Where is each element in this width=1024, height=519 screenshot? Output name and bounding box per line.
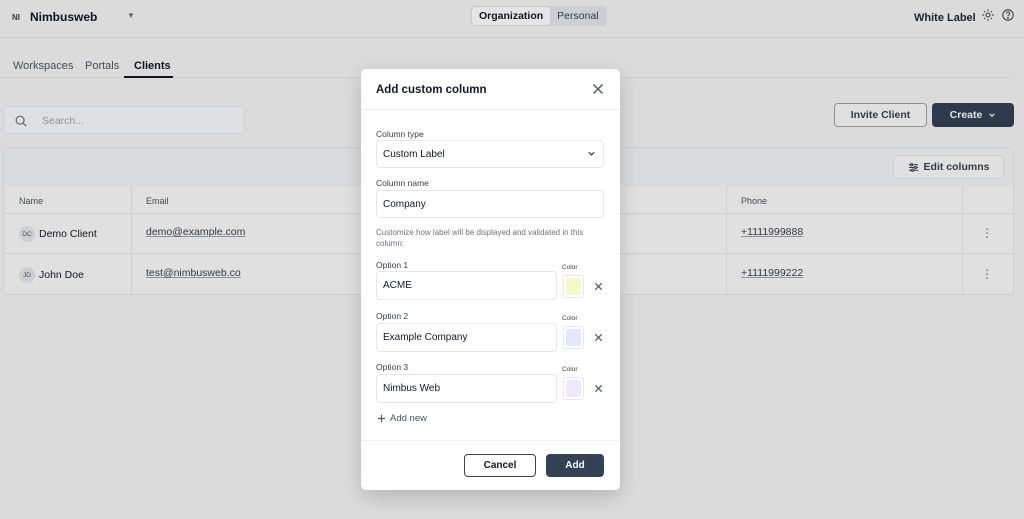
help-text: Customize how label will be displayed an…: [376, 228, 584, 248]
color-picker[interactable]: [563, 377, 584, 400]
option-value: ACME: [383, 280, 412, 291]
add-new-option-button[interactable]: Add new: [377, 413, 427, 424]
color-swatch: [566, 380, 581, 397]
column-type-select[interactable]: Custom Label: [376, 140, 604, 168]
option-label: Option 3: [376, 362, 409, 372]
color-label: Color: [562, 366, 578, 373]
add-new-label: Add new: [390, 413, 427, 424]
option-input[interactable]: Nimbus Web: [376, 374, 557, 403]
divider: [361, 440, 620, 441]
add-custom-column-dialog: Add custom column Column type Custom Lab…: [361, 69, 620, 490]
color-swatch: [566, 278, 581, 295]
option-value: Nimbus Web: [383, 383, 441, 394]
remove-option-icon[interactable]: [594, 282, 603, 291]
plus-icon: [377, 414, 386, 423]
column-type-value: Custom Label: [383, 148, 445, 160]
option-input[interactable]: ACME: [376, 271, 557, 300]
color-label: Color: [562, 264, 578, 271]
option-value: Example Company: [383, 332, 468, 343]
close-icon[interactable]: [592, 83, 604, 95]
color-swatch: [566, 329, 581, 346]
column-name-input[interactable]: Company: [376, 190, 604, 218]
column-name-label: Column name: [376, 178, 429, 188]
add-button[interactable]: Add: [546, 454, 604, 477]
column-type-label: Column type: [376, 129, 424, 139]
add-label: Add: [565, 460, 585, 471]
remove-option-icon[interactable]: [594, 384, 603, 393]
remove-option-icon[interactable]: [594, 333, 603, 342]
cancel-label: Cancel: [483, 460, 517, 471]
color-picker[interactable]: [563, 275, 584, 298]
option-input[interactable]: Example Company: [376, 323, 557, 352]
color-picker[interactable]: [563, 326, 584, 349]
option-label: Option 1: [376, 260, 409, 270]
option-label: Option 2: [376, 311, 409, 321]
color-label: Color: [562, 315, 578, 322]
divider: [361, 109, 620, 110]
cancel-button[interactable]: Cancel: [464, 454, 536, 477]
chevron-down-icon: [588, 151, 595, 156]
dialog-title: Add custom column: [376, 84, 487, 96]
column-name-value: Company: [383, 198, 426, 210]
